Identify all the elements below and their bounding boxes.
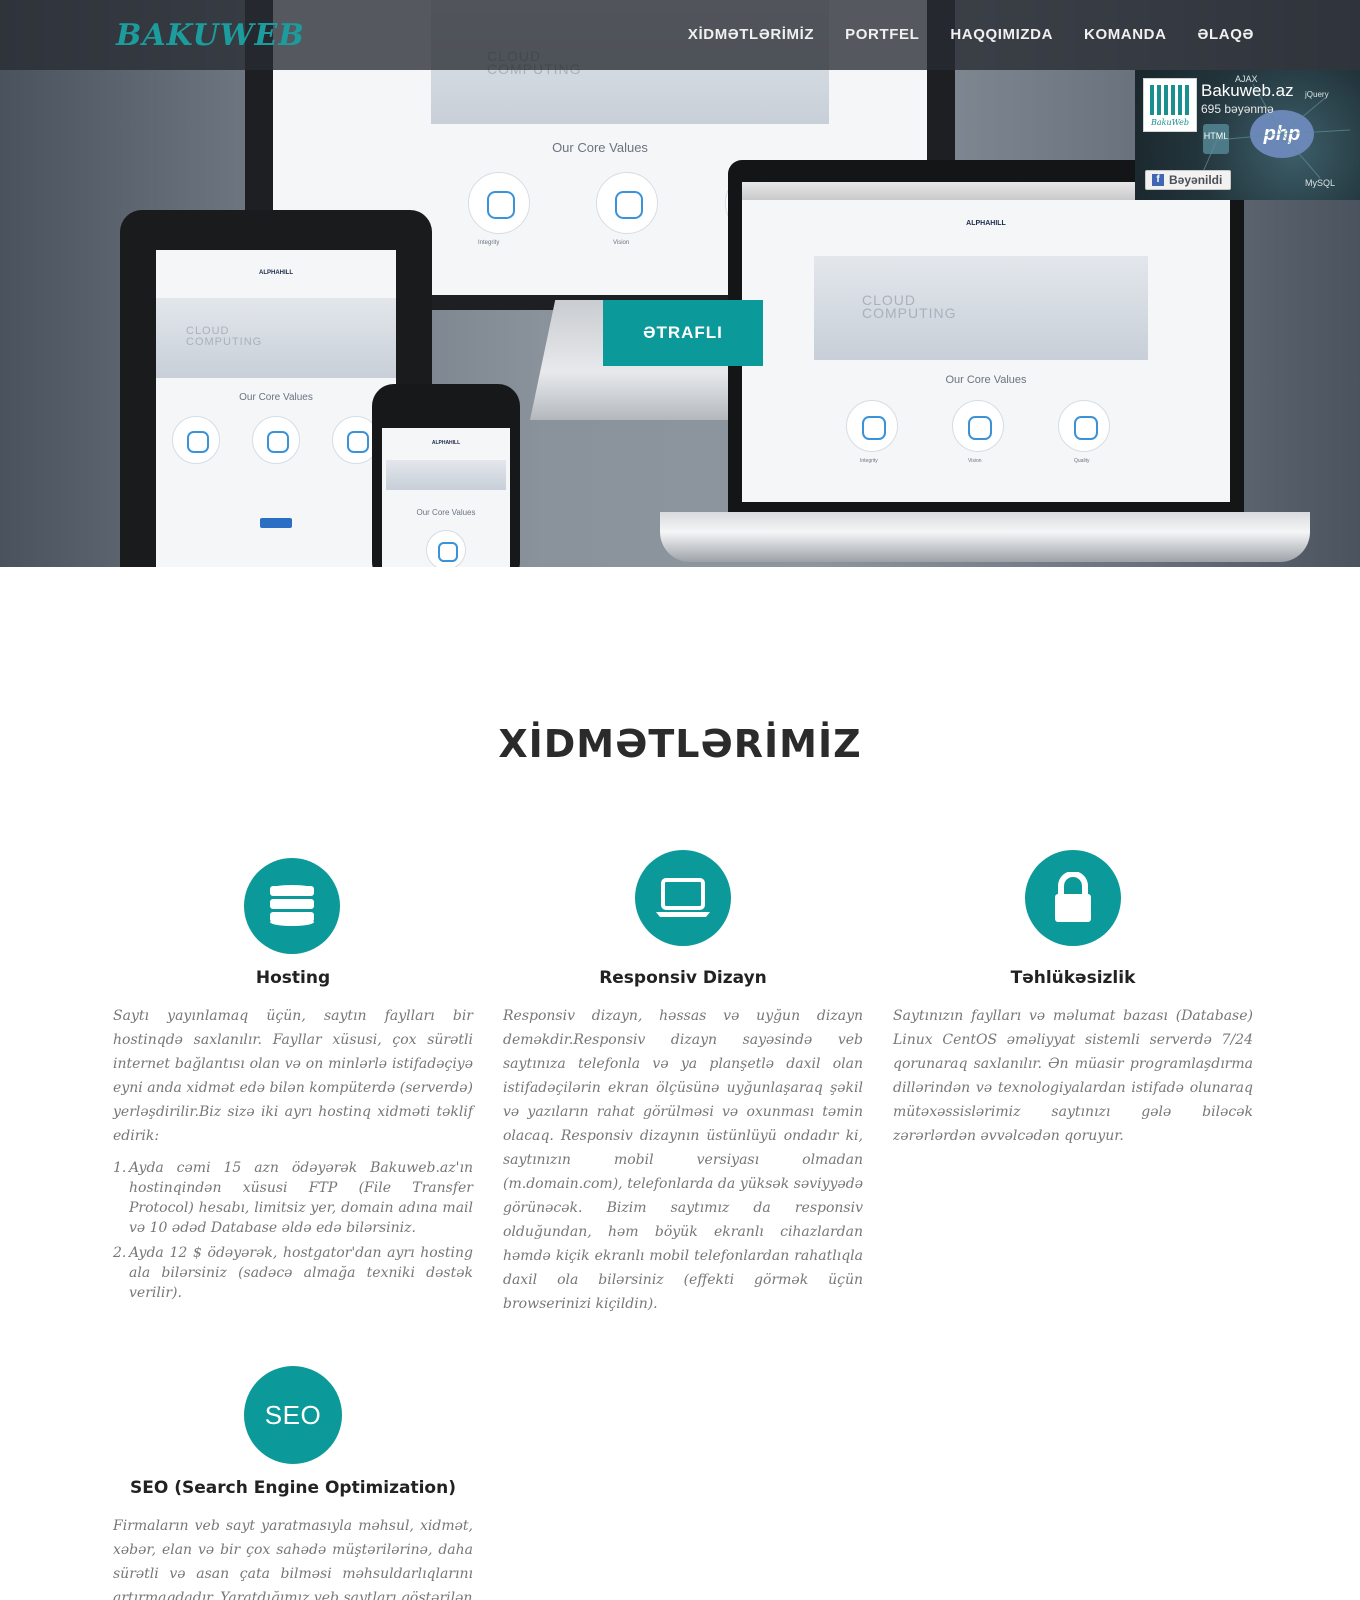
phone-screen: ALPHAHILL Our Core Values — [382, 428, 510, 567]
facebook-page-name[interactable]: Bakuweb.az — [1201, 81, 1294, 101]
mockup-value-icon — [952, 400, 1004, 452]
facebook-icon: f — [1152, 174, 1164, 186]
laptop-mockup: ALPHAHILL CLOUD COMPUTING Our Core Value… — [728, 160, 1244, 522]
facebook-like-count: 695 bəyənmə — [1201, 102, 1274, 116]
service-description: Responsiv dizayn, həssas və uyğun dizayn… — [503, 1008, 863, 1312]
laptop-screen: ALPHAHILL CLOUD COMPUTING Our Core Value… — [742, 182, 1230, 502]
seo-icon: SEO — [244, 1366, 342, 1464]
mockup-value-icon — [1058, 400, 1110, 452]
service-description: Saytınızın faylları və məlumat bazası (D… — [893, 1008, 1253, 1144]
hosting-options-list: 1. Ayda cəmi 15 azn ödəyərək Bakuweb.az'ı… — [113, 1158, 473, 1308]
mockup-core-values: Our Core Values — [552, 140, 648, 155]
mockup-value-icon — [252, 416, 300, 464]
service-title: SEO (Search Engine Optimization) — [130, 1478, 456, 1498]
service-title: Hosting — [255, 968, 331, 988]
bakuweb-page-logo[interactable]: BakuWeb — [1143, 78, 1197, 132]
lock-icon — [1025, 850, 1121, 946]
mockup-value-icon — [468, 172, 530, 234]
laptop-base — [660, 512, 1310, 562]
mockup-banner — [386, 460, 506, 490]
mockup-value-icon — [596, 172, 658, 234]
facebook-like-button[interactable]: f Bəyənildi — [1145, 170, 1231, 190]
service-title: Təhlükəsizlik — [1010, 968, 1136, 988]
tablet-screen: ALPHAHILL CLOUD COMPUTING Our Core Value… — [156, 250, 396, 567]
phone-mockup: ALPHAHILL Our Core Values — [372, 384, 520, 567]
nav-link-contact[interactable]: ƏLAQƏ — [1198, 26, 1254, 43]
nav-menu: XİDMƏTLƏRİMİZ PORTFEL HAQQIMIZDA KOMANDA… — [688, 26, 1254, 43]
mockup-banner: CLOUD COMPUTING — [814, 256, 1148, 360]
list-item: 2. Ayda 12 $ ödəyərək, hostgator'dan ayrı… — [113, 1245, 473, 1301]
database-icon — [244, 858, 340, 954]
facebook-like-label: Bəyənildi — [1169, 173, 1223, 187]
nav-link-portfolio[interactable]: PORTFEL — [845, 26, 919, 43]
facebook-page-widget[interactable]: AJAX jQuery php HTML MySQL BakuWeb Bakuw… — [1135, 70, 1360, 200]
mockup-value-icon — [172, 416, 220, 464]
hero-section: CLOUD COMPUTING Our Core Values Integrit… — [0, 0, 1360, 567]
services-title: XİDMƏTLƏRİMİZ — [498, 722, 862, 766]
nav-link-about[interactable]: HAQQIMIZDA — [950, 26, 1053, 43]
top-navbar: BAKUWEB XİDMƏTLƏRİMİZ PORTFEL HAQQIMIZDA… — [0, 0, 1360, 70]
more-button[interactable]: ƏTRAFLI — [603, 300, 763, 366]
service-title: Responsiv Dizayn — [599, 968, 767, 988]
mockup-value-icon — [846, 400, 898, 452]
nav-link-team[interactable]: KOMANDA — [1084, 26, 1167, 43]
list-item: 1. Ayda cəmi 15 azn ödəyərək Bakuweb.az'ı… — [113, 1160, 473, 1236]
service-description: Saytı yayınlamaq üçün, saytın faylları b… — [113, 1008, 473, 1144]
mockup-banner: CLOUD COMPUTING — [156, 298, 396, 378]
brand-logo[interactable]: BAKUWEB — [116, 18, 305, 53]
laptop-icon — [635, 850, 731, 946]
nav-link-services[interactable]: XİDMƏTLƏRİMİZ — [688, 26, 814, 43]
mockup-value-icon — [426, 530, 466, 567]
service-description: Firmaların veb sayt yaratmasıyla məhsul,… — [113, 1518, 473, 1600]
